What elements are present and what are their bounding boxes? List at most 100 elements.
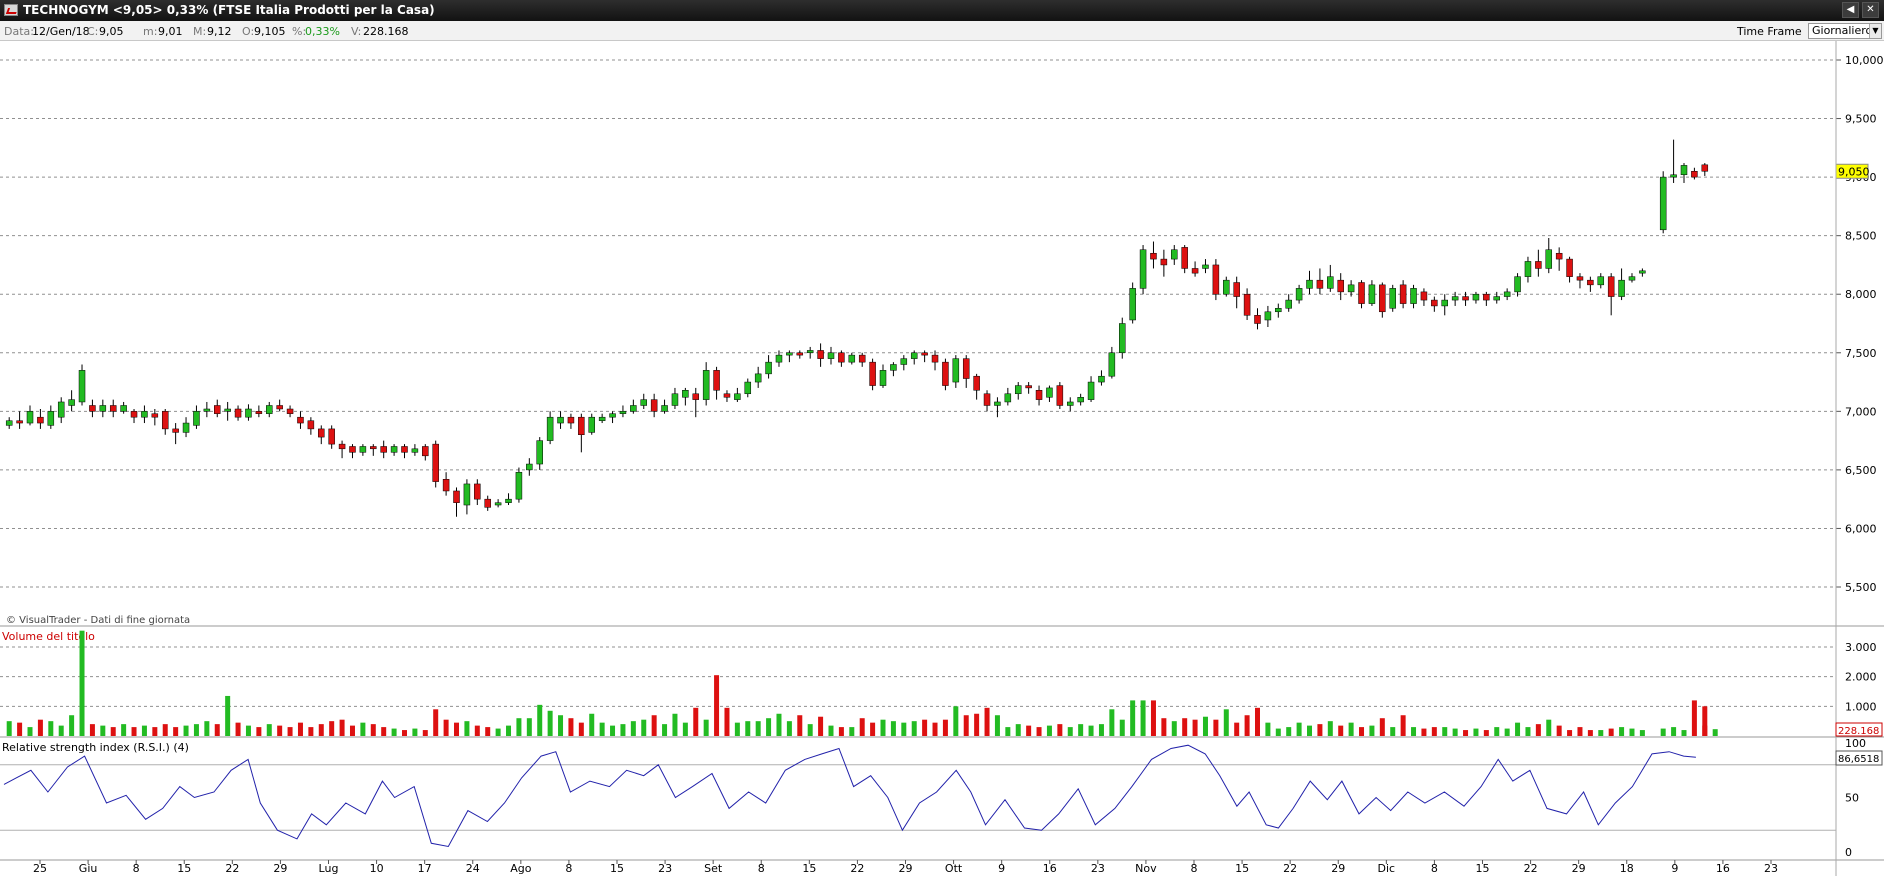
price-tick-label: 10,000	[1845, 54, 1884, 67]
candle	[422, 444, 429, 461]
volume-bar-up	[911, 721, 917, 736]
candle	[453, 487, 460, 517]
candle	[1472, 291, 1480, 304]
volume-bar-down	[1587, 730, 1593, 736]
candle	[1566, 256, 1573, 283]
rsi-tick-label: 50	[1845, 792, 1859, 805]
candle-body-up	[1285, 299, 1292, 309]
candle-body-up	[1223, 279, 1230, 295]
candle-body-up	[57, 401, 65, 418]
candle	[1160, 249, 1168, 277]
candle-body-down	[172, 428, 179, 433]
candle-body-up	[1119, 323, 1126, 354]
volume-bar-down	[422, 730, 428, 736]
candle	[1035, 385, 1043, 406]
candle	[16, 411, 23, 429]
price-chart[interactable]: © VisualTrader - Dati di fine giornata 1…	[0, 0, 1884, 876]
candle-body-down	[973, 375, 980, 391]
candle-body-down	[1150, 252, 1157, 260]
candle	[26, 405, 34, 426]
candle	[276, 399, 283, 412]
candle	[401, 444, 408, 459]
candle	[910, 350, 918, 365]
candle-body-down	[921, 352, 928, 356]
rsi-grid	[0, 764, 1836, 831]
candle	[1306, 270, 1313, 295]
candle-body-up	[1306, 279, 1313, 289]
time-tick-label: 29	[273, 862, 287, 875]
volume-bar-up	[703, 719, 709, 736]
candle	[546, 411, 554, 445]
price-tick-label: 6,000	[1845, 522, 1877, 535]
volume-bar-up	[1327, 721, 1333, 736]
volume-bar-up	[1171, 721, 1177, 736]
time-tick-label: 25	[33, 862, 47, 875]
volume-bar-down	[318, 724, 324, 736]
candle	[1420, 288, 1428, 306]
time-tick-label: Dic	[1378, 862, 1396, 875]
volume-bar-up	[776, 713, 782, 736]
candle	[1108, 346, 1116, 379]
volume-bar-up	[994, 715, 1000, 736]
candle-body-up	[619, 411, 627, 414]
volume-bar-down	[349, 725, 355, 736]
volume-bar-up	[1275, 728, 1281, 736]
candle-body-down	[286, 408, 294, 414]
candle-body-down	[1243, 293, 1251, 316]
candle	[973, 373, 980, 400]
candle	[1067, 397, 1074, 412]
volume-bar-down	[1036, 727, 1042, 736]
rsi-tick-label: 100	[1845, 737, 1866, 750]
volume-bar-down	[1577, 727, 1583, 736]
candle-body-down	[723, 393, 731, 398]
volume-bar-up	[630, 721, 636, 736]
volume-bar-up	[1473, 728, 1479, 736]
candle-body-up	[546, 416, 554, 441]
candle-body-up	[1441, 299, 1448, 307]
candle	[630, 399, 637, 414]
candle-body-up	[557, 416, 564, 424]
candle-body-up	[1264, 311, 1272, 321]
time-tick-label: 8	[565, 862, 572, 875]
volume-bar-down	[693, 707, 699, 736]
candle-body-up	[848, 354, 856, 363]
candle-body-down	[214, 405, 221, 414]
candle	[432, 440, 439, 488]
candle	[1399, 280, 1407, 309]
candle	[1046, 385, 1053, 402]
candle-body-up	[994, 401, 1001, 406]
candle	[1691, 167, 1698, 180]
candle-body-up	[203, 408, 211, 412]
volume-bar-down	[1213, 719, 1219, 736]
candle	[359, 444, 367, 456]
rsi-line	[3, 744, 1696, 848]
volume-bar-up	[266, 724, 272, 736]
time-tick-label: Ott	[945, 862, 963, 875]
volume-bar-up	[1088, 725, 1094, 736]
time-tick-label: Set	[704, 862, 723, 875]
candle-body-up	[536, 440, 543, 465]
candle	[806, 346, 814, 359]
volume-bar-up	[1452, 728, 1458, 736]
volume-bar-up	[1119, 719, 1125, 736]
candle	[68, 390, 75, 412]
price-tick-label: 7,000	[1845, 405, 1877, 418]
candle-body-down	[1254, 315, 1261, 324]
price-tick-label: 8,000	[1845, 288, 1877, 301]
candle	[442, 472, 450, 496]
candle-body-down	[1691, 171, 1698, 178]
price-tick-label: 6,500	[1845, 464, 1877, 477]
candle	[214, 399, 221, 418]
volume-bar-up	[786, 721, 792, 736]
volume-bar-down	[859, 718, 865, 736]
candle	[463, 479, 471, 515]
candle-body-down	[1379, 284, 1386, 313]
candle	[161, 408, 169, 435]
volume-bar-up	[464, 721, 470, 736]
candle	[1389, 284, 1396, 312]
volume-bar-down	[1702, 725, 1708, 736]
candle	[650, 393, 658, 418]
volume-bar-up	[183, 725, 189, 736]
price-tick-label: 5,500	[1845, 581, 1877, 594]
volume-bar-up	[495, 728, 501, 736]
